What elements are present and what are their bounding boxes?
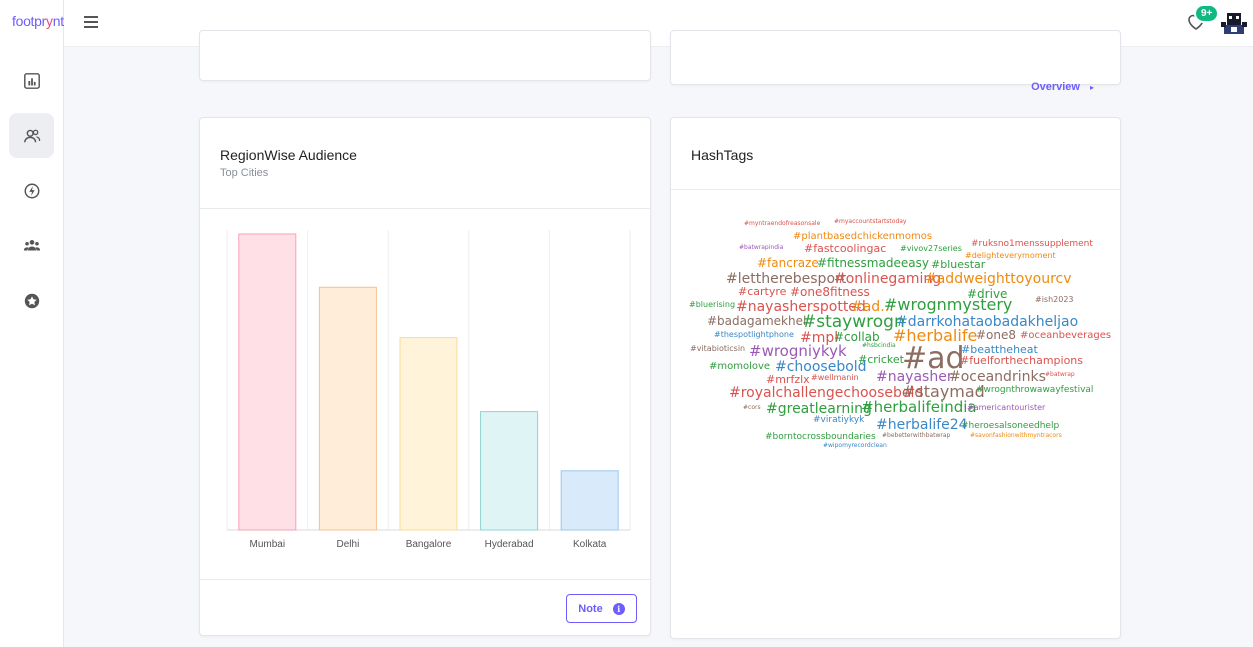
hashtag-word-cloud: #myntraendofreasonsale #myaccountstartsto… — [671, 118, 1121, 638]
info-icon: i — [612, 602, 625, 615]
notification-badge: 9+ — [1194, 4, 1220, 23]
hashtag-item[interactable]: #wrognthrowawayfestival — [976, 386, 1093, 395]
hashtag-item[interactable]: #fastcoolingac — [804, 243, 886, 254]
hashtag-item[interactable]: #mrfzlx — [766, 374, 810, 385]
group-icon — [23, 239, 40, 250]
hashtag-item[interactable]: #herbalifeindia — [861, 400, 977, 415]
x-tick-label: Bangalore — [406, 539, 452, 550]
hashtag-item[interactable]: #borntocrossboundaries — [765, 433, 876, 442]
bar-kolkata[interactable] — [560, 470, 619, 531]
sidebar-item-groups[interactable] — [9, 223, 54, 268]
hashtag-item[interactable]: #vivov27series — [900, 245, 962, 253]
hashtag-item[interactable]: #bluestar — [931, 259, 985, 270]
hashtag-item[interactable]: #wrognmystery — [884, 297, 1012, 313]
bar-bangalore[interactable] — [399, 337, 458, 531]
hashtag-item[interactable]: #fitnessmadeeasy — [817, 257, 929, 269]
sidebar-item-analytics[interactable] — [9, 58, 54, 103]
sidebar-item-audience[interactable] — [9, 113, 54, 158]
bar-delhi[interactable] — [318, 286, 377, 531]
hashtag-item[interactable]: #bebetterwithbatwrap — [882, 433, 950, 439]
divider — [200, 579, 650, 580]
bar-hyderabad[interactable] — [480, 411, 539, 531]
hashtag-item[interactable]: #oceanbeverages — [1020, 331, 1111, 341]
hashtag-item[interactable]: #americantourister — [967, 404, 1045, 412]
hashtag-item[interactable]: #bluerising — [689, 301, 735, 309]
hashtag-item[interactable]: #wellmanin — [811, 374, 859, 382]
x-tick-label: Kolkata — [573, 539, 607, 550]
sidebar-item-quick[interactable] — [9, 168, 54, 213]
note-button[interactable]: Note i — [566, 594, 637, 623]
hashtag-item[interactable]: #wipomyrecordclean — [823, 443, 887, 449]
bar-mumbai[interactable] — [238, 233, 297, 531]
chevron-right-icon: ▸ — [1089, 83, 1094, 92]
hashtag-item[interactable]: #cors — [743, 405, 761, 411]
hashtag-item[interactable]: #vitabioticsin — [690, 345, 745, 353]
hashtags-card: HashTags #myntraendofreasonsale #myaccoun… — [670, 117, 1121, 639]
hashtag-item[interactable]: #plantbasedchickenmomos — [793, 232, 932, 242]
sidebar: footprynt — [0, 0, 64, 647]
summary-card-left — [199, 30, 651, 81]
hashtag-item[interactable]: #choosebold — [775, 360, 867, 374]
hashtag-item[interactable]: #fuelforthechampions — [960, 355, 1083, 366]
hashtag-item[interactable]: #lettherebesport — [726, 272, 846, 286]
hashtag-item[interactable]: #fancraze — [757, 257, 819, 269]
overview-link[interactable]: Overview ▸ — [1031, 81, 1094, 93]
summary-card-right: Overview ▸ — [670, 30, 1121, 93]
star-icon — [24, 293, 39, 308]
x-tick-label: Delhi — [337, 539, 360, 550]
x-tick-label: Mumbai — [250, 539, 286, 550]
hashtag-item[interactable]: #herbalife24 — [876, 418, 968, 432]
hashtag-item[interactable]: #staywrogn — [802, 314, 905, 331]
hashtag-item[interactable]: #hsbcindia — [862, 343, 896, 349]
hashtag-item[interactable]: #ish2023 — [1035, 296, 1074, 304]
hashtag-item[interactable]: #badagamekhel — [707, 315, 806, 327]
hashtag-item[interactable]: #ruksno1menssupplement — [971, 240, 1093, 249]
hashtag-item[interactable]: #myaccountstartstoday — [834, 219, 907, 225]
region-bar-chart: Mumbai Delhi Bangalore Hyderabad Kolkata — [226, 230, 631, 550]
x-tick-label: Hyderabad — [485, 539, 534, 550]
avatar[interactable] — [1220, 10, 1248, 36]
hashtag-item[interactable]: #cartyre — [738, 286, 786, 297]
region-audience-card: RegionWise Audience Top Cities Mumbai Del… — [199, 117, 651, 636]
app-logo[interactable]: footprynt — [12, 13, 64, 29]
lightning-icon — [24, 183, 39, 198]
menu-icon[interactable] — [84, 16, 98, 28]
hashtag-item[interactable]: #momolove — [709, 362, 770, 372]
hashtag-item[interactable]: #addweighttoyourcv — [925, 272, 1072, 286]
hashtag-item[interactable]: #wrogniykyk — [749, 344, 847, 359]
hashtag-item[interactable]: #batwrap — [1045, 372, 1075, 378]
hashtag-item[interactable]: #greatlearning — [766, 402, 872, 416]
bar-chart-icon — [23, 72, 40, 89]
hashtag-item[interactable]: #myntraendofreasonsale — [744, 221, 820, 227]
hashtag-item[interactable]: #savonfashionwithmyntracors — [970, 433, 1062, 439]
users-icon — [23, 129, 40, 142]
sidebar-item-favorites[interactable] — [9, 278, 54, 323]
hashtag-item[interactable]: #one8 — [976, 329, 1016, 341]
hashtag-item[interactable]: #batwrapindia — [739, 245, 783, 251]
hashtag-item[interactable]: #thespotlightphone — [714, 331, 794, 339]
hashtag-item[interactable]: #heroesalsoneedhelp — [961, 422, 1059, 431]
hashtag-item[interactable]: #viratiykyk — [813, 416, 864, 425]
hashtag-item[interactable]: #one8fitness — [790, 286, 870, 298]
